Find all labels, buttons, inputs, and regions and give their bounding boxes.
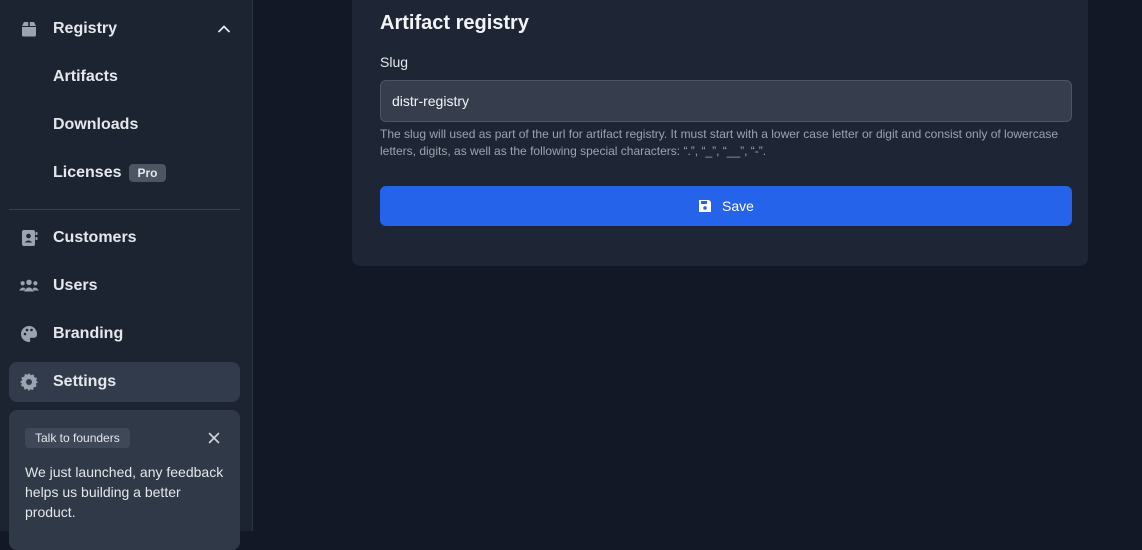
palette-icon [19, 324, 39, 344]
sidebar-item-label: Licenses [53, 164, 122, 182]
sidebar-item-label: Downloads [53, 116, 139, 133]
founders-tag: Talk to founders [25, 428, 130, 448]
box-icon [19, 19, 39, 39]
sidebar-item-customers[interactable]: Customers [9, 218, 240, 258]
sidebar-item-label: Users [53, 277, 98, 294]
slug-label: Slug [380, 54, 409, 70]
sidebar-item-label: Settings [53, 373, 117, 390]
floppy-disk-icon [698, 199, 712, 213]
founders-panel: Talk to founders We just launched, any f… [9, 410, 240, 550]
close-icon[interactable] [208, 432, 220, 444]
address-book-icon [19, 228, 39, 248]
users-icon [19, 276, 39, 296]
sidebar-item-label: Branding [53, 325, 124, 342]
sidebar-item-label: Artifacts [53, 68, 118, 85]
sidebar-item-label: Registry [53, 20, 118, 37]
sidebar-item-artifacts[interactable]: Artifacts [9, 57, 240, 97]
save-button-label: Save [722, 198, 754, 214]
founders-message: We just launched, any feedback helps us … [25, 464, 224, 520]
sidebar: Registry Artifacts Downloads Licenses Pro… [0, 0, 253, 550]
sidebar-item-licenses[interactable]: Licenses Pro [9, 153, 240, 193]
sidebar-divider [9, 209, 240, 210]
sidebar-item-downloads[interactable]: Downloads [9, 105, 240, 145]
sidebar-item-label: Customers [53, 229, 137, 246]
gear-icon [19, 372, 39, 392]
slug-help-text: The slug will used as part of the url fo… [380, 127, 1059, 158]
pro-badge: Pro [129, 163, 166, 182]
slug-input[interactable] [380, 80, 1072, 122]
artifact-registry-card: Artifact registry Slug The slug will use… [352, 0, 1088, 266]
chevron-up-icon[interactable] [216, 21, 232, 37]
sidebar-item-branding[interactable]: Branding [9, 314, 240, 354]
sidebar-item-registry[interactable]: Registry [9, 9, 240, 49]
page-title: Artifact registry [380, 12, 529, 34]
sidebar-item-users[interactable]: Users [9, 266, 240, 306]
save-button[interactable]: Save [380, 186, 1072, 226]
sidebar-item-settings[interactable]: Settings [9, 362, 240, 402]
